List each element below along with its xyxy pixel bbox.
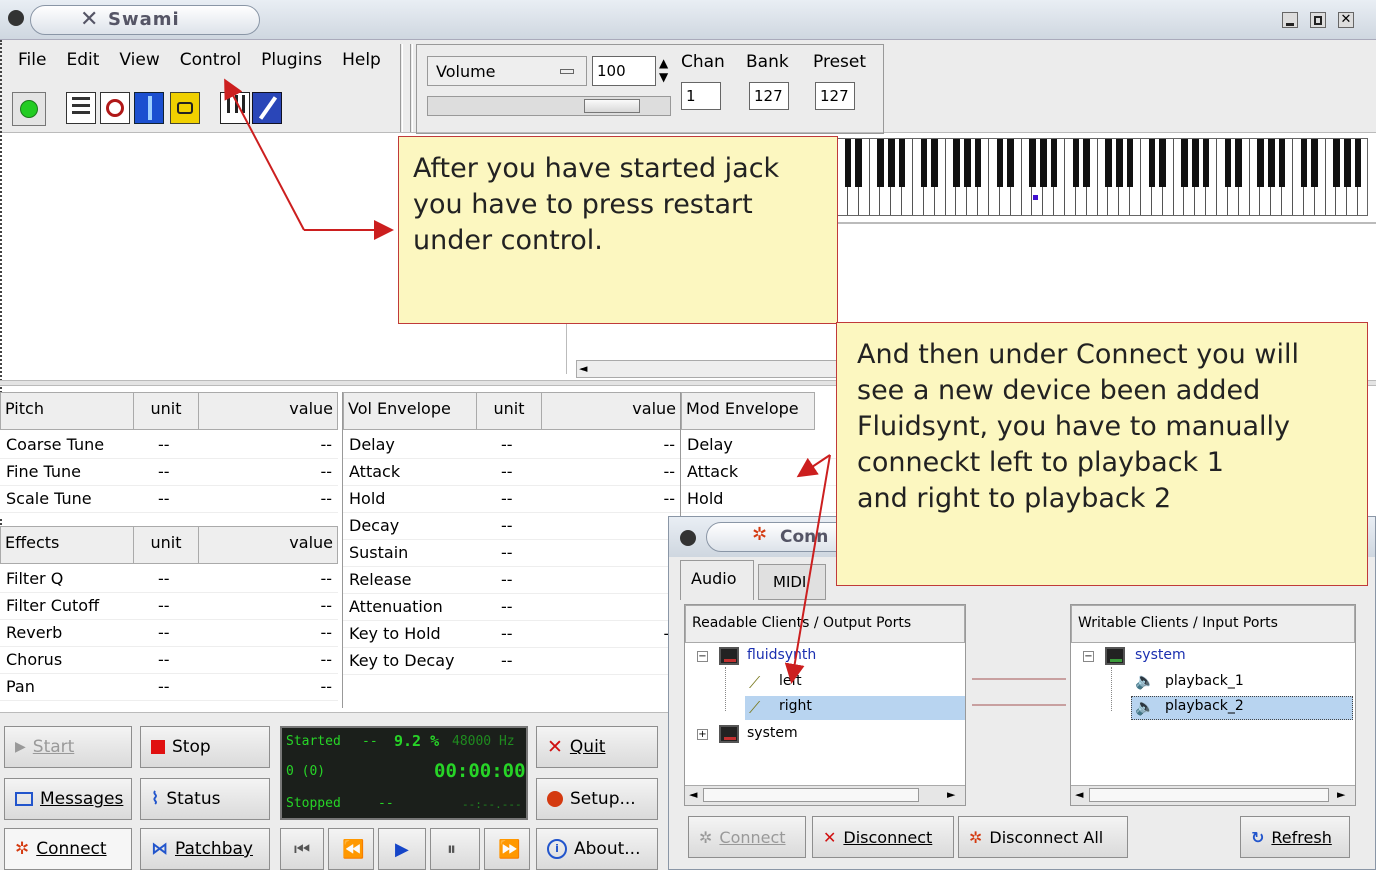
arrow-to-control-menu — [224, 78, 394, 240]
arrow-to-port-lists — [784, 454, 831, 684]
annotation-arrows — [224, 78, 831, 684]
